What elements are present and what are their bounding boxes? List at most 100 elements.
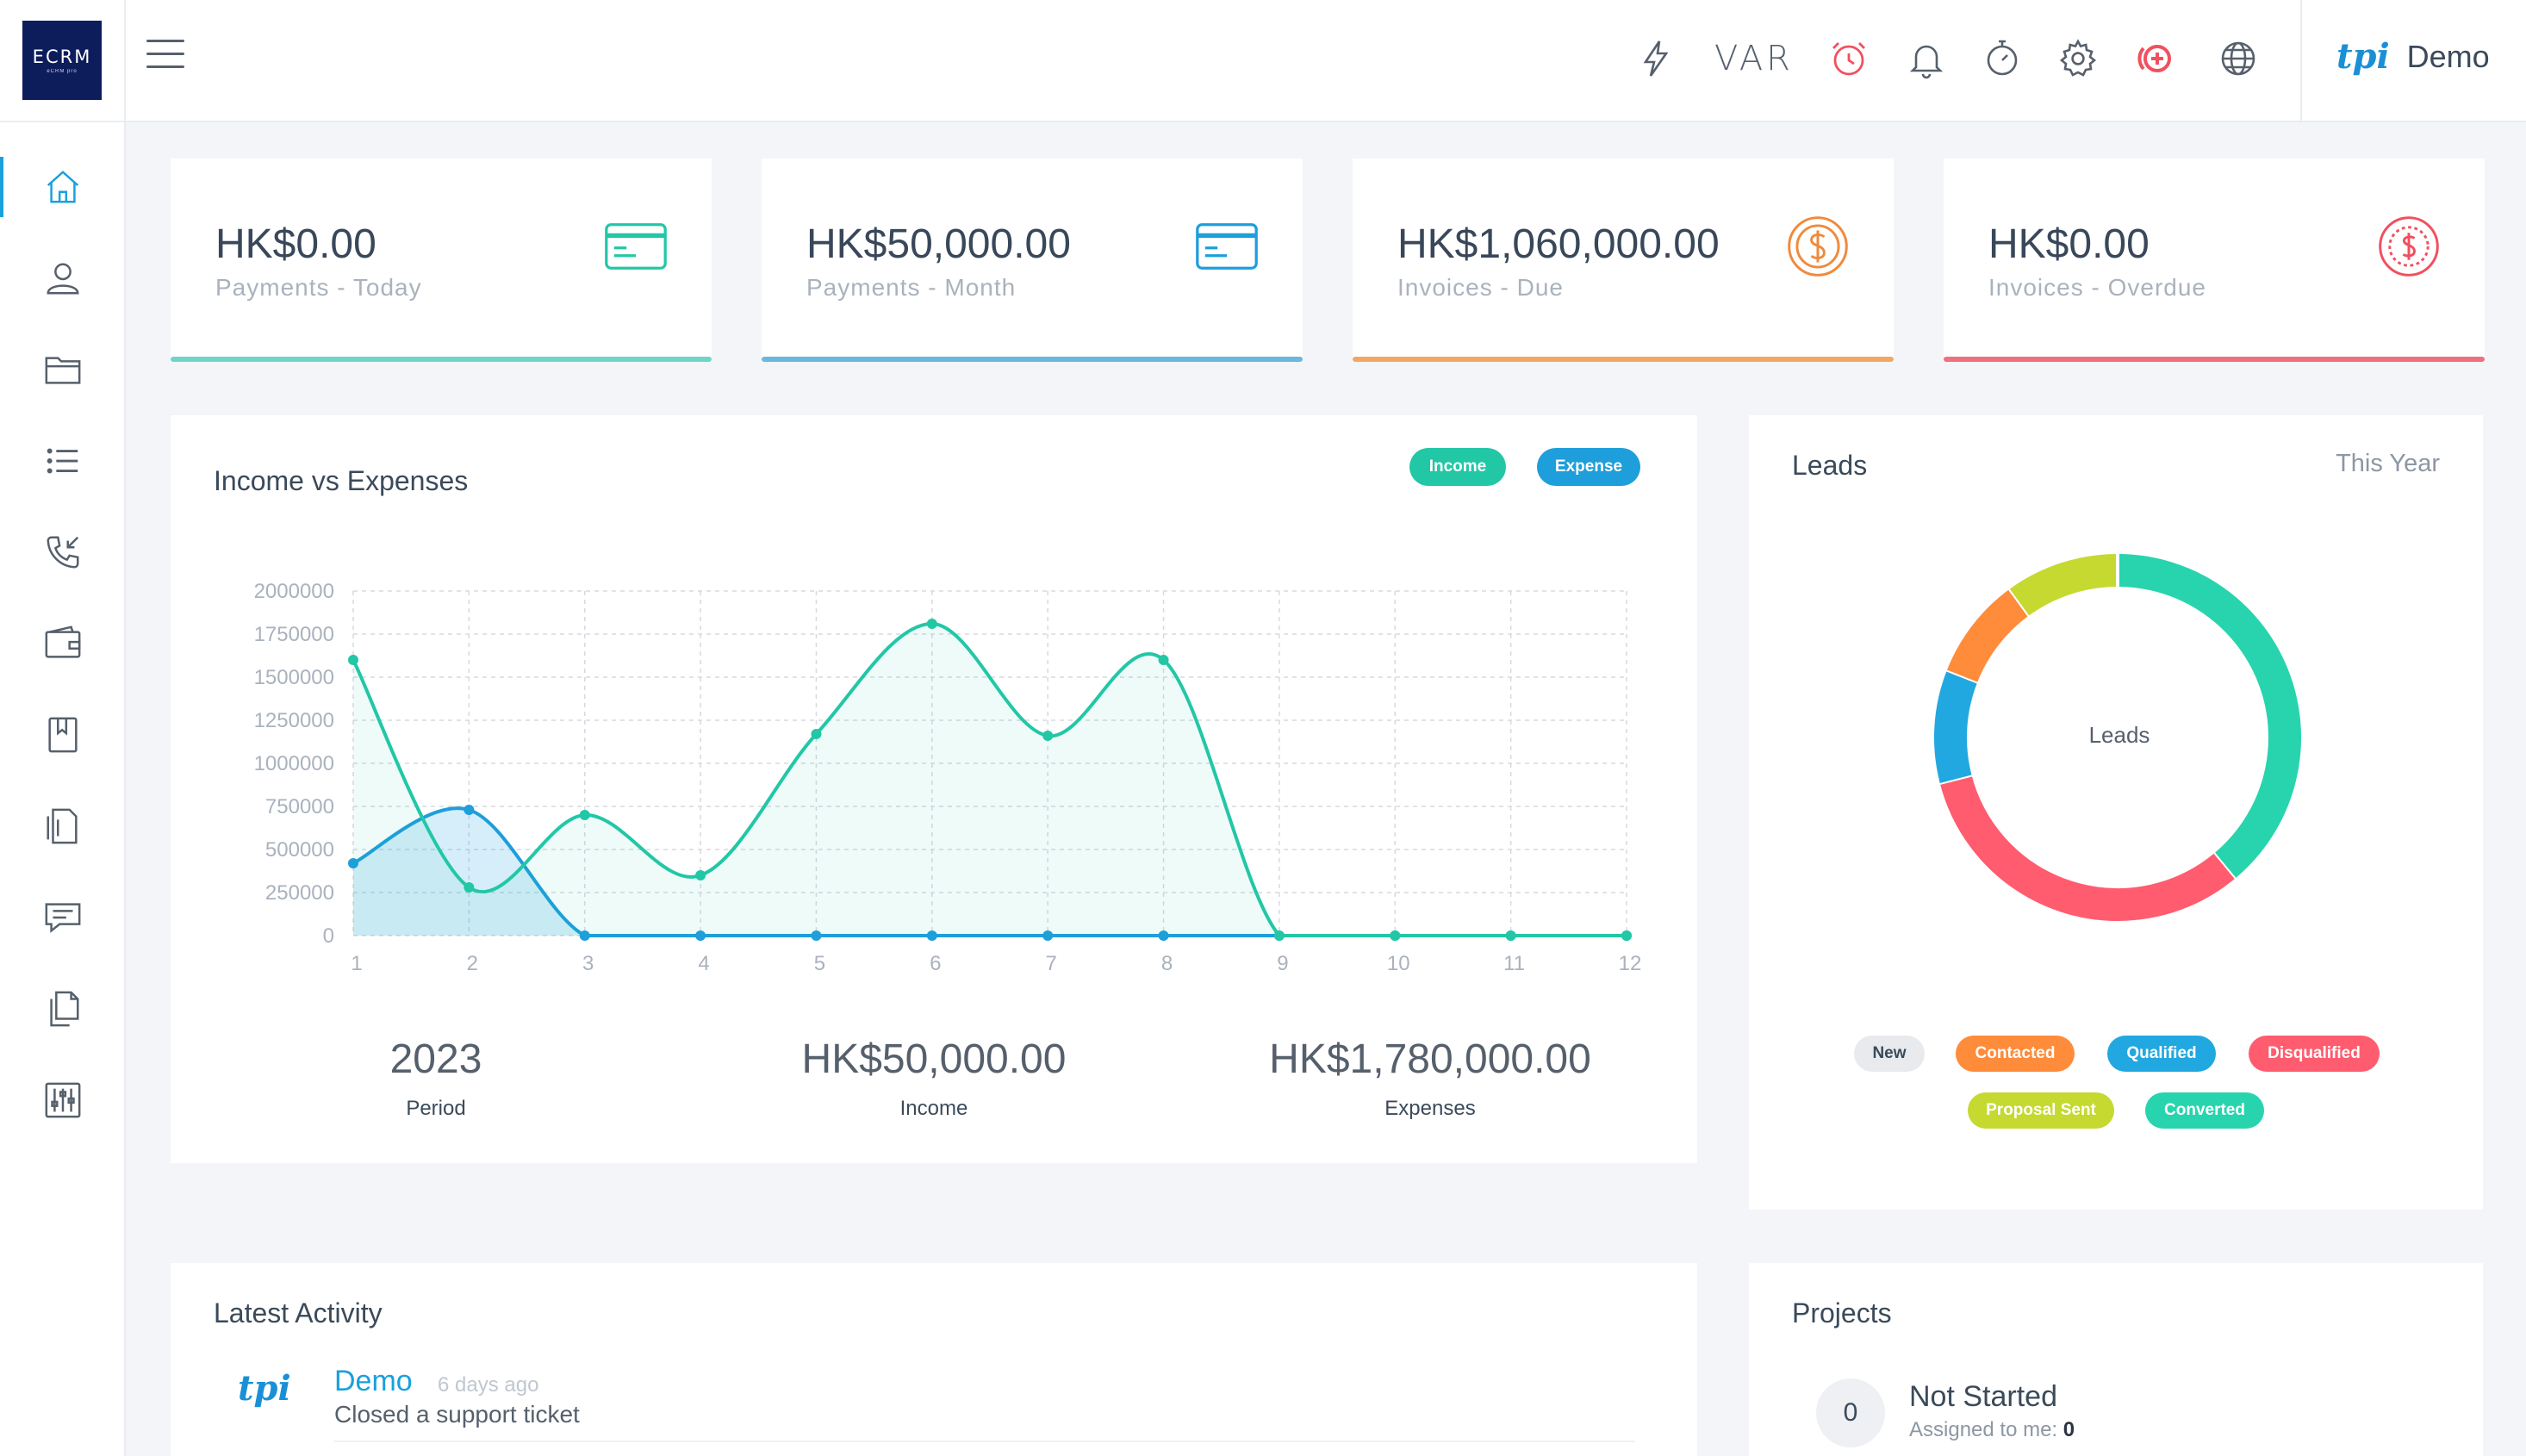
project-assigned-label: Assigned to me: bbox=[1909, 1418, 2058, 1441]
summary-value: HK$1,780,000.00 bbox=[1269, 1036, 1591, 1082]
dollar-dashed-icon bbox=[2374, 212, 2443, 281]
summary-label: Period bbox=[406, 1097, 466, 1120]
summary-label: Income bbox=[899, 1097, 968, 1120]
project-assigned-value: 0 bbox=[2062, 1418, 2075, 1441]
files-icon[interactable] bbox=[0, 970, 126, 1048]
donut-slice-disqualified[interactable] bbox=[1939, 775, 2235, 921]
y-tick-label: 1250000 bbox=[254, 709, 334, 732]
data-point-income bbox=[695, 870, 706, 880]
leads-card: Leads This Year Leads New Contacted Qual… bbox=[1749, 415, 2483, 1210]
gear-icon[interactable] bbox=[2050, 31, 2106, 86]
y-tick-label: 0 bbox=[323, 924, 334, 948]
credit-card-icon bbox=[1192, 212, 1261, 281]
activity-divider bbox=[334, 1440, 1635, 1442]
legend-label: Disqualified bbox=[2268, 1044, 2361, 1062]
x-tick-label: 6 bbox=[930, 952, 941, 975]
chat-icon[interactable] bbox=[0, 879, 126, 956]
project-status-title[interactable]: Not Started bbox=[1909, 1380, 2057, 1414]
user-name: Demo bbox=[2406, 38, 2490, 74]
data-point-income bbox=[811, 729, 822, 739]
summary-value: HK$50,000.00 bbox=[801, 1036, 1067, 1082]
logo-text: ECRM bbox=[32, 47, 92, 67]
user-icon[interactable] bbox=[0, 240, 126, 317]
data-point-income bbox=[1390, 930, 1401, 941]
latest-activity-card: Latest Activity tpi Demo 6 days ago Clos… bbox=[171, 1263, 1697, 1456]
x-tick-label: 3 bbox=[582, 952, 594, 975]
activity-avatar: tpi bbox=[238, 1368, 291, 1409]
bookmark-icon[interactable] bbox=[0, 696, 126, 774]
add-circle-icon[interactable] bbox=[2128, 31, 2183, 86]
donut-slice-qualified[interactable] bbox=[1934, 669, 1978, 783]
summary-expenses: HK$1,780,000.00 Expenses bbox=[1258, 1036, 1602, 1121]
stat-value: HK$50,000.00 bbox=[806, 221, 1071, 267]
toolbar-divider bbox=[2300, 0, 2302, 122]
y-tick-label: 750000 bbox=[265, 795, 334, 818]
activity-user-link[interactable]: Demo bbox=[334, 1365, 413, 1398]
user-brand-logo: tpi bbox=[2336, 36, 2390, 77]
x-tick-label: 11 bbox=[1503, 952, 1525, 975]
summary-period: 2023 Period bbox=[264, 1036, 608, 1121]
bell-icon[interactable] bbox=[1899, 31, 1954, 86]
legend-converted[interactable]: Converted bbox=[2145, 1092, 2264, 1129]
alarm-clock-icon[interactable] bbox=[1821, 31, 1876, 86]
legend-label: New bbox=[1872, 1044, 1907, 1062]
y-tick-label: 250000 bbox=[265, 881, 334, 905]
y-tick-label: 500000 bbox=[265, 838, 334, 862]
stat-card-invoices-overdue[interactable]: HK$0.00 Invoices - Overdue bbox=[1944, 159, 2485, 362]
x-tick-label: 7 bbox=[1046, 952, 1057, 975]
list-icon[interactable] bbox=[0, 422, 126, 500]
document-icon[interactable] bbox=[0, 787, 126, 865]
stat-value: HK$0.00 bbox=[215, 221, 376, 267]
legend-qualified[interactable]: Qualified bbox=[2107, 1036, 2216, 1072]
stat-accent-bar bbox=[1944, 357, 2485, 362]
summary-value: 2023 bbox=[389, 1036, 482, 1082]
globe-icon[interactable] bbox=[2211, 31, 2266, 86]
activity-time: 6 days ago bbox=[438, 1373, 539, 1397]
user-menu[interactable]: tpi Demo bbox=[2336, 36, 2490, 77]
legend-proposal-sent[interactable]: Proposal Sent bbox=[1968, 1092, 2114, 1129]
folder-icon[interactable] bbox=[0, 331, 126, 408]
income-expenses-card: Income vs Expenses Income Expense 0 25000… bbox=[171, 415, 1697, 1163]
x-tick-label: 4 bbox=[698, 952, 709, 975]
projects-title: Projects bbox=[1792, 1297, 1892, 1328]
dollar-coin-icon bbox=[1783, 212, 1852, 281]
income-expenses-chart: 0 250000 500000 750000 1000000 1250000 1500000… bbox=[254, 580, 1642, 975]
activity-description: Closed a support ticket bbox=[334, 1401, 580, 1428]
logo-subtext: eCRM pro bbox=[47, 69, 78, 74]
legend-new[interactable]: New bbox=[1854, 1036, 1925, 1072]
data-point-income bbox=[348, 655, 358, 665]
data-point-income bbox=[926, 619, 937, 629]
stopwatch-icon[interactable] bbox=[1975, 31, 2030, 86]
legend-contacted[interactable]: Contacted bbox=[1956, 1036, 2075, 1072]
stat-label: Payments - Today bbox=[215, 274, 422, 301]
var-button[interactable]: VAR bbox=[1711, 31, 1797, 86]
data-point-income bbox=[1505, 930, 1516, 941]
legend-label: Qualified bbox=[2126, 1044, 2197, 1062]
project-count-badge: 0 bbox=[1816, 1378, 1885, 1447]
data-point-income bbox=[1273, 930, 1285, 941]
y-tick-label: 2000000 bbox=[254, 580, 334, 603]
settings-sliders-icon[interactable] bbox=[0, 1061, 126, 1139]
donut-slice-contacted[interactable] bbox=[1946, 588, 2030, 682]
top-bar: ECRM eCRM pro VAR tpi Demo bbox=[0, 0, 2526, 122]
x-tick-label: 10 bbox=[1387, 952, 1410, 975]
donut-slice-proposal-sent[interactable] bbox=[2009, 554, 2118, 616]
stat-card-invoices-due[interactable]: HK$1,060,000.00 Invoices - Due bbox=[1353, 159, 1894, 362]
donut-center-label: Leads bbox=[2088, 722, 2150, 748]
menu-toggle-icon[interactable] bbox=[146, 40, 184, 74]
donut-slice-converted[interactable] bbox=[2117, 554, 2301, 880]
wallet-icon[interactable] bbox=[0, 605, 126, 682]
stat-accent-bar bbox=[1353, 357, 1894, 362]
stat-card-payments-month[interactable]: HK$50,000.00 Payments - Month bbox=[762, 159, 1303, 362]
legend-disqualified[interactable]: Disqualified bbox=[2249, 1036, 2380, 1072]
var-label: VAR bbox=[1714, 39, 1794, 78]
stat-value: HK$1,060,000.00 bbox=[1397, 221, 1720, 267]
lightning-icon[interactable] bbox=[1628, 31, 1683, 86]
project-assigned: Assigned to me: 0 bbox=[1909, 1418, 2075, 1442]
home-icon[interactable] bbox=[0, 148, 126, 226]
stat-card-payments-today[interactable]: HK$0.00 Payments - Today bbox=[171, 159, 712, 362]
phone-icon[interactable] bbox=[0, 513, 126, 591]
app-logo[interactable]: ECRM eCRM pro bbox=[22, 21, 102, 100]
x-tick-label: 5 bbox=[814, 952, 825, 975]
legend-label: Proposal Sent bbox=[1986, 1101, 2096, 1119]
